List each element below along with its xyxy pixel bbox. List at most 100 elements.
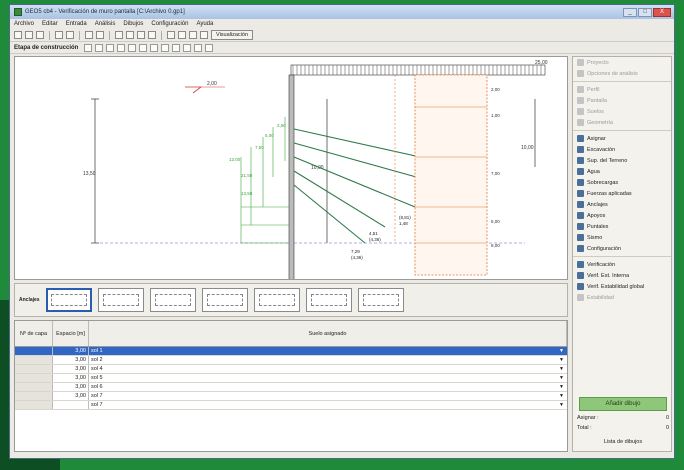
stage-5[interactable] <box>150 43 159 52</box>
grid-icon[interactable] <box>178 31 186 39</box>
sidebar-item-verificacion[interactable]: Verificación <box>573 259 671 270</box>
paste-icon[interactable] <box>66 31 74 39</box>
save-icon[interactable] <box>36 31 44 39</box>
table-row[interactable]: 3,00 sol 6 ▼ <box>15 383 567 392</box>
menu-entrada[interactable]: Entrada <box>66 21 87 27</box>
dim-v1: 2,50 <box>277 123 286 128</box>
sidebar-item-configuracion[interactable]: Configuración <box>573 243 671 254</box>
row-soil[interactable]: sol 2 ▼ <box>89 356 567 364</box>
thumbnail-4[interactable] <box>201 288 248 312</box>
chevron-down-icon[interactable]: ▼ <box>559 401 564 409</box>
row-soil[interactable]: sol 6 ▼ <box>89 383 567 391</box>
sidebar-item-agua[interactable]: Agua <box>573 166 671 177</box>
stage-1[interactable] <box>106 43 115 52</box>
sidebar-item-terreno[interactable]: Sup. del Terreno <box>573 155 671 166</box>
row-spacing[interactable]: 3,00 <box>53 374 89 382</box>
terrain-icon <box>577 157 584 164</box>
thumbnail-1[interactable] <box>45 288 92 312</box>
sidebar-item-fuerzas[interactable]: Fuerzas aplicadas <box>573 188 671 199</box>
stage-4[interactable] <box>139 43 148 52</box>
sidebar-item-geometria[interactable]: Geometría <box>573 117 671 128</box>
chevron-down-icon[interactable]: ▼ <box>559 365 564 373</box>
drawings-list-button[interactable]: Lista de dibujos <box>573 439 673 445</box>
open-file-icon[interactable] <box>25 31 33 39</box>
sidebar-item-opciones[interactable]: Opciones de análisis <box>573 68 671 79</box>
sidebar-item-proyecto[interactable]: Proyecto <box>573 57 671 68</box>
sidebar-item-sismo[interactable]: Sismo <box>573 232 671 243</box>
stage-add-icon[interactable] <box>84 43 93 52</box>
chevron-down-icon[interactable]: ▼ <box>559 383 564 391</box>
zoom-out-icon[interactable] <box>126 31 134 39</box>
menu-analisis[interactable]: Análisis <box>95 21 116 27</box>
add-drawing-button[interactable]: Añadir dibujo <box>579 397 667 411</box>
row-spacing[interactable] <box>53 401 89 409</box>
undo-icon[interactable] <box>85 31 93 39</box>
row-soil[interactable]: sol 1 ▼ <box>89 347 567 355</box>
row-spacing[interactable]: 3,00 <box>53 356 89 364</box>
drawing-canvas[interactable]: 2,00 25,00 13,50 10,00 10,00 2,50 5,00 7… <box>14 56 568 280</box>
row-spacing[interactable]: 3,00 <box>53 383 89 391</box>
menu-dibujos[interactable]: Dibujos <box>123 21 143 27</box>
minimize-button[interactable]: _ <box>623 7 637 17</box>
table-row[interactable]: sol 7 ▼ <box>15 401 567 410</box>
menu-editar[interactable]: Editar <box>42 21 58 27</box>
row-soil[interactable]: sol 4 ▼ <box>89 365 567 373</box>
row-spacing[interactable]: 3,00 <box>53 347 89 355</box>
stage-2[interactable] <box>117 43 126 52</box>
table-row[interactable]: 3,00 sol 4 ▼ <box>15 365 567 374</box>
row-soil[interactable]: sol 5 ▼ <box>89 374 567 382</box>
close-button[interactable]: X <box>653 7 671 17</box>
thumbnail-2[interactable] <box>97 288 144 312</box>
menu-archivo[interactable]: Archivo <box>14 21 34 27</box>
stage-6[interactable] <box>161 43 170 52</box>
menu-configuracion[interactable]: Configuración <box>151 21 188 27</box>
maximize-button[interactable]: □ <box>638 7 652 17</box>
menu-ayuda[interactable]: Ayuda <box>196 21 213 27</box>
sidebar-item-suelos[interactable]: Suelos <box>573 106 671 117</box>
sidebar-item-anclajes[interactable]: Anclajes <box>573 199 671 210</box>
settings-icon[interactable] <box>200 31 208 39</box>
chevron-down-icon[interactable]: ▼ <box>559 356 564 364</box>
row-soil[interactable]: sol 7 ▼ <box>89 392 567 400</box>
stage-10[interactable] <box>205 43 214 52</box>
sidebar-item-apoyos[interactable]: Apoyos <box>573 210 671 221</box>
sidebar-item-verif-global[interactable]: Verif. Estabilidad global <box>573 281 671 292</box>
copy-icon[interactable] <box>55 31 63 39</box>
table-row[interactable]: 3,00 sol 7 ▼ <box>15 392 567 401</box>
row-spacing[interactable]: 3,00 <box>53 365 89 373</box>
view-icon[interactable] <box>167 31 175 39</box>
chevron-down-icon[interactable]: ▼ <box>559 374 564 382</box>
thumbnail-3[interactable] <box>149 288 196 312</box>
table-row[interactable]: 3,00 sol 2 ▼ <box>15 356 567 365</box>
stage-8[interactable] <box>183 43 192 52</box>
sidebar-item-puntales[interactable]: Puntales <box>573 221 671 232</box>
table-row[interactable]: 3,00 sol 5 ▼ <box>15 374 567 383</box>
chevron-down-icon[interactable]: ▼ <box>559 347 564 355</box>
thumbnail-7[interactable] <box>357 288 404 312</box>
table-row[interactable]: 3,00 sol 1 ▼ <box>15 347 567 356</box>
row-spacing[interactable]: 3,00 <box>53 392 89 400</box>
sidebar-item-excavacion[interactable]: Excavación <box>573 144 671 155</box>
sidebar-item-estabilidad[interactable]: Estabilidad <box>573 292 671 303</box>
sidebar-item-asignar[interactable]: Asignar <box>573 133 671 144</box>
visualization-button[interactable]: Visualización <box>211 30 254 40</box>
stage-7[interactable] <box>172 43 181 52</box>
sidebar-item-pantalla[interactable]: Pantalla <box>573 95 671 106</box>
move-icon[interactable] <box>148 31 156 39</box>
redo-icon[interactable] <box>96 31 104 39</box>
stage-3[interactable] <box>128 43 137 52</box>
stage-delete-icon[interactable] <box>95 43 104 52</box>
new-file-icon[interactable] <box>14 31 22 39</box>
sidebar-item-sobrecargas[interactable]: Sobrecargas <box>573 177 671 188</box>
copy-view-icon[interactable] <box>189 31 197 39</box>
thumbnail-5[interactable] <box>253 288 300 312</box>
soils-icon <box>577 108 584 115</box>
row-soil[interactable]: sol 7 ▼ <box>89 401 567 409</box>
sidebar-item-verif-interna[interactable]: Verif. Est. Interna <box>573 270 671 281</box>
zoom-fit-icon[interactable] <box>137 31 145 39</box>
thumbnail-6[interactable] <box>305 288 352 312</box>
zoom-in-icon[interactable] <box>115 31 123 39</box>
chevron-down-icon[interactable]: ▼ <box>559 392 564 400</box>
sidebar-item-perfil[interactable]: Perfil <box>573 84 671 95</box>
stage-9[interactable] <box>194 43 203 52</box>
